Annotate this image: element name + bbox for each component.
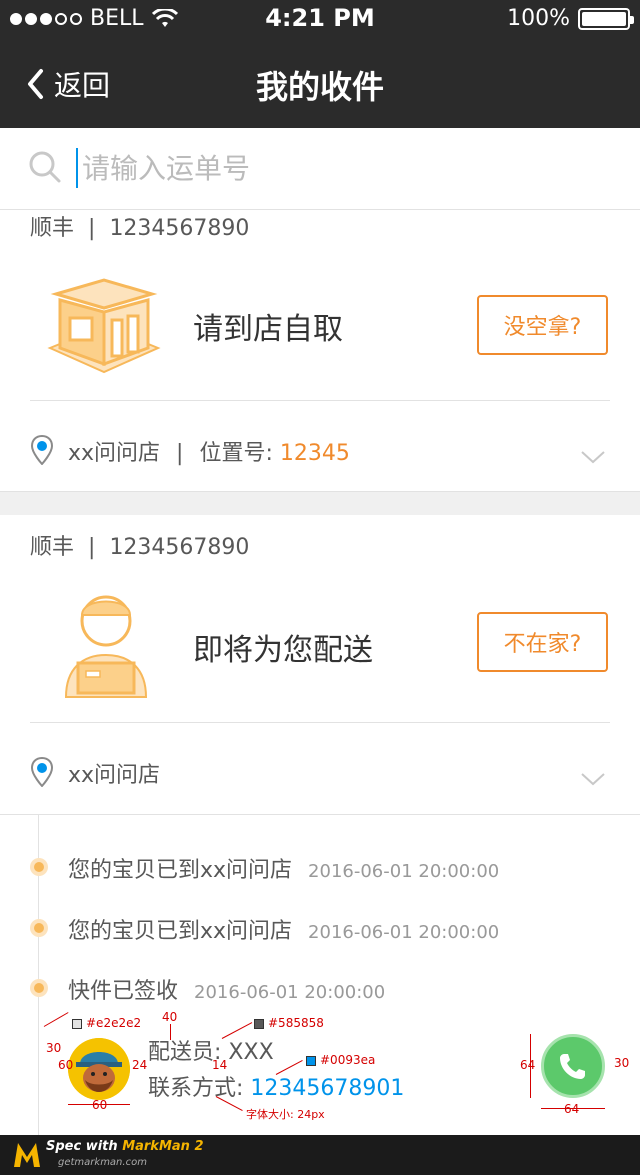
- status-bar: BELL 4:21 PM 100%: [0, 0, 640, 40]
- search-input[interactable]: [76, 148, 606, 188]
- annotation-dim: [170, 1024, 171, 1040]
- timeline-message: 您的宝贝已到xx问问店: [68, 919, 293, 944]
- annotation-color-line: #e2e2e2: [72, 1016, 141, 1030]
- store-name: xx问问店: [68, 441, 161, 466]
- annotation-size-24: 24: [132, 1058, 148, 1072]
- timeline-text: 快件已签收 2016-06-01 20:00:00: [68, 973, 385, 1005]
- timeline-dot: [30, 919, 48, 937]
- timeline-item: 您的宝贝已到xx问问店 2016-06-01 20:00:00: [0, 911, 640, 951]
- store-name: xx问问店: [68, 763, 161, 788]
- timeline-time: 2016-06-01 20:00:00: [308, 861, 500, 882]
- courier-phone-label: 联系方式:: [148, 1076, 244, 1101]
- annotation-size-64: 64: [520, 1058, 536, 1072]
- call-button[interactable]: [541, 1034, 605, 1098]
- delivery-person-icon: [64, 595, 148, 698]
- footer-url: getmarkman.com: [58, 1157, 147, 1168]
- courier-phone-link[interactable]: 12345678901: [250, 1076, 404, 1101]
- card-separator: [0, 491, 640, 515]
- nav-bar: 返回 我的收件: [0, 40, 640, 128]
- delivery-status: 请到店自取: [193, 312, 343, 347]
- courier-name-row: 配送员: XXX: [148, 1034, 274, 1066]
- courier-avatar: [68, 1038, 130, 1100]
- chevron-left-icon: [28, 69, 43, 99]
- annotation-size-30: 30: [614, 1056, 630, 1070]
- store-location-row[interactable]: xx问问店 | 位置号: 12345: [0, 401, 640, 491]
- card-header: 顺丰 | 1234567890: [30, 210, 249, 242]
- chevron-down-icon: [581, 773, 605, 786]
- card-header: 顺丰 | 1234567890: [30, 529, 249, 561]
- annotation-dim: [541, 1108, 605, 1109]
- store-icon: [47, 278, 161, 374]
- tracking-number: 1234567890: [109, 535, 250, 560]
- timeline-time: 2016-06-01 20:00:00: [308, 922, 500, 943]
- annotation-dim: [68, 1104, 130, 1105]
- delivery-status: 即将为您配送: [193, 633, 373, 668]
- not-home-button[interactable]: 不在家?: [477, 612, 608, 672]
- store-location: xx问问店 | 位置号: 12345: [68, 435, 350, 467]
- annotation-dim: [530, 1034, 531, 1098]
- annotation-margin-30: 30: [46, 1041, 62, 1055]
- store-location-row[interactable]: xx问问店: [0, 723, 640, 813]
- position-label: 位置号:: [199, 441, 273, 466]
- package-card-2: 顺丰 | 1234567890 即将为您配送 不在家? xx问问店: [0, 515, 640, 815]
- search-icon: [29, 151, 61, 183]
- annotation-size-60: 60: [58, 1058, 74, 1072]
- back-button[interactable]: 返回: [26, 64, 110, 104]
- courier-name-label: 配送员:: [148, 1040, 222, 1065]
- courier-name: 顺丰: [30, 535, 75, 560]
- courier-face-icon: [68, 1038, 130, 1100]
- not-free-button[interactable]: 没空拿?: [477, 295, 608, 355]
- markman-footer: Spec with MarkMan 2 getmarkman.com: [0, 1135, 640, 1175]
- timeline-dot: [30, 858, 48, 876]
- annotation-color-text: #585858: [254, 1016, 324, 1030]
- back-label: 返回: [54, 69, 111, 102]
- timeline-text: 您的宝贝已到xx问问店 2016-06-01 20:00:00: [68, 852, 499, 884]
- separator: |: [176, 441, 184, 466]
- phone-icon: [560, 1054, 585, 1079]
- status-right: 100%: [507, 6, 634, 31]
- annotation-margin-40: 40: [162, 1010, 178, 1024]
- annotation-font-size: 字体大小: 24px: [246, 1108, 325, 1121]
- courier-name: 顺丰: [30, 216, 75, 241]
- battery-icon: [578, 7, 634, 30]
- chevron-down-icon: [581, 451, 605, 464]
- annotation-leader: [43, 1012, 69, 1027]
- store-location: xx问问店: [68, 757, 160, 789]
- courier-name-value: XXX: [228, 1040, 274, 1065]
- location-pin-icon: [30, 435, 54, 465]
- timeline-message: 快件已签收: [68, 979, 179, 1004]
- markman-logo-icon: [14, 1143, 40, 1167]
- separator: |: [88, 535, 96, 560]
- battery-fill: [582, 11, 626, 26]
- timeline-dot: [30, 979, 48, 997]
- timeline-item: 快件已签收 2016-06-01 20:00:00: [0, 971, 640, 1011]
- search-bar: [0, 128, 640, 210]
- annotation-size-60b: 60: [92, 1098, 108, 1112]
- position-number: 12345: [279, 441, 350, 466]
- battery-percent: 100%: [507, 6, 570, 31]
- timeline-message: 您的宝贝已到xx问问店: [68, 858, 293, 883]
- annotation-size-14: 14: [212, 1058, 228, 1072]
- annotation-color-link: #0093ea: [306, 1053, 375, 1067]
- tracking-number: 1234567890: [109, 216, 250, 241]
- separator: |: [88, 216, 96, 241]
- timeline-time: 2016-06-01 20:00:00: [194, 982, 386, 1003]
- timeline-text: 您的宝贝已到xx问问店 2016-06-01 20:00:00: [68, 913, 499, 945]
- location-pin-icon: [30, 757, 54, 787]
- footer-title: Spec with MarkMan 2: [46, 1139, 204, 1154]
- package-card-1: 顺丰 | 1234567890 请到店自取 没空拿? xx问问店 | 位置号: 1234…: [0, 210, 640, 491]
- annotation-size-64b: 64: [564, 1102, 580, 1116]
- timeline-item: 您的宝贝已到xx问问店 2016-06-01 20:00:00: [0, 850, 640, 890]
